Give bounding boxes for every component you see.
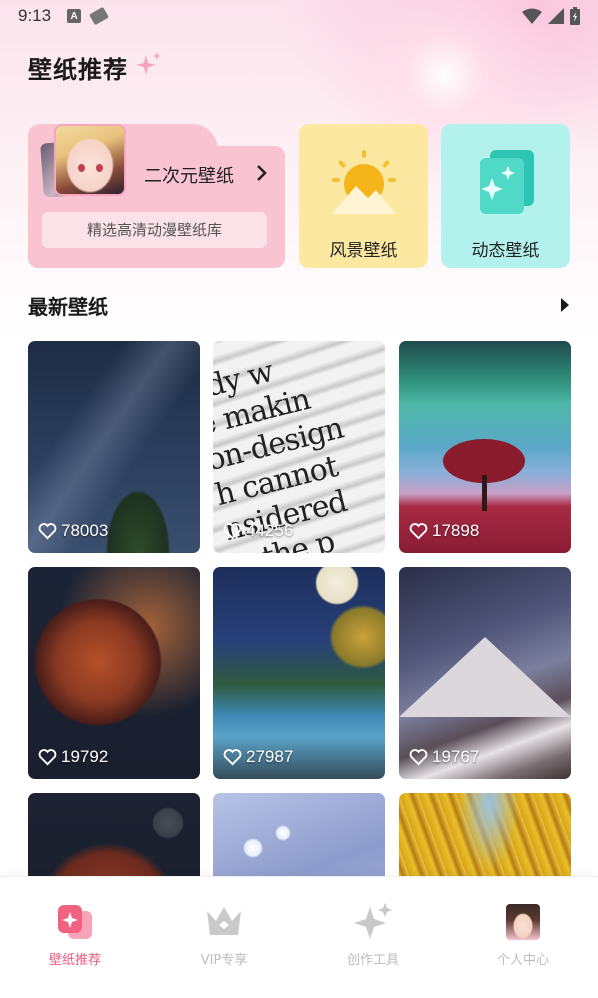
- latest-section-header[interactable]: 最新壁纸: [28, 290, 570, 320]
- signal-icon: [548, 8, 564, 24]
- wallpaper-tile[interactable]: 78003: [28, 341, 200, 553]
- like-count: 78003: [38, 521, 108, 541]
- sparkle-tools-icon: [352, 901, 394, 943]
- crown-icon: [203, 901, 245, 943]
- anime-wallpaper-label[interactable]: 二次元壁纸: [144, 162, 234, 188]
- heart-icon: [409, 748, 428, 765]
- wallpaper-tile[interactable]: 17898: [399, 341, 571, 553]
- nav-item-profile[interactable]: 个人中心: [448, 877, 598, 977]
- status-bar: 9:13 A: [0, 0, 598, 32]
- scenery-wallpaper-label: 风景壁纸: [329, 241, 398, 261]
- anime-eye: [96, 164, 103, 172]
- like-count: 44256: [223, 521, 293, 541]
- sparkle-icon: [136, 51, 161, 75]
- status-time: 9:13: [18, 6, 52, 25]
- chevron-right-icon[interactable]: [256, 164, 268, 182]
- like-count-value: 19767: [432, 747, 480, 766]
- heart-icon: [38, 748, 57, 765]
- heart-icon: [223, 748, 242, 765]
- like-count: 27987: [223, 747, 293, 767]
- tag-icon: [89, 6, 110, 26]
- wallpaper-tile[interactable]: 19767: [399, 567, 571, 779]
- nav-label: 个人中心: [496, 953, 549, 968]
- nav-item-vip[interactable]: VIP专享: [149, 877, 299, 977]
- play-arrow-icon[interactable]: [560, 297, 570, 313]
- like-count-value: 78003: [61, 521, 109, 540]
- wifi-icon: [522, 8, 542, 24]
- scenery-wallpaper-card[interactable]: 风景壁纸: [299, 124, 428, 268]
- heart-icon: [38, 522, 57, 539]
- latest-section-title: 最新壁纸: [28, 294, 108, 319]
- page-header: 壁纸推荐: [28, 50, 162, 85]
- tree-trunk: [482, 475, 487, 511]
- like-count-value: 44256: [246, 521, 294, 540]
- wallpaper-tile[interactable]: 27987: [213, 567, 385, 779]
- wallpaper-tile[interactable]: ody w e makin on-design h cannot nsidere…: [213, 341, 385, 553]
- anime-wallpaper-subtitle: 精选高清动漫壁纸库: [42, 212, 267, 248]
- live-wallpaper-label: 动态壁纸: [471, 241, 540, 261]
- nav-label: 创作工具: [346, 953, 399, 968]
- font-a-icon: A: [67, 9, 82, 23]
- bottom-navigation: 壁纸推荐 VIP专享 创作工具 个人中心: [0, 876, 598, 998]
- sun-mountain-icon: [331, 150, 396, 214]
- like-count: 19767: [409, 747, 479, 767]
- category-section: 二次元壁纸 精选高清动漫壁纸库 风景壁纸 动态壁纸: [28, 124, 570, 268]
- nav-label: VIP专享: [200, 953, 248, 968]
- wallpaper-cards-icon: [54, 901, 96, 943]
- like-count-value: 19792: [61, 747, 109, 766]
- like-count: 19792: [38, 747, 108, 767]
- live-wallpaper-icon: [479, 150, 534, 214]
- anime-eye: [78, 164, 85, 172]
- like-count: 17898: [409, 521, 479, 541]
- heart-icon: [409, 522, 428, 539]
- like-count-value: 17898: [432, 521, 480, 540]
- like-count-value: 27987: [246, 747, 294, 766]
- battery-icon: [570, 7, 580, 25]
- nav-item-wallpaper-recommend[interactable]: 壁纸推荐: [0, 877, 150, 977]
- nav-item-creation-tools[interactable]: 创作工具: [298, 877, 448, 977]
- avatar-image: [506, 904, 540, 940]
- live-wallpaper-card[interactable]: 动态壁纸: [441, 124, 570, 268]
- wallpaper-tile[interactable]: 19792: [28, 567, 200, 779]
- nav-label: 壁纸推荐: [48, 953, 101, 968]
- mountain-peak: [399, 637, 571, 717]
- anime-thumbnail: [54, 124, 126, 196]
- avatar: [502, 901, 544, 943]
- page-title: 壁纸推荐: [28, 56, 128, 84]
- heart-icon: [223, 522, 242, 539]
